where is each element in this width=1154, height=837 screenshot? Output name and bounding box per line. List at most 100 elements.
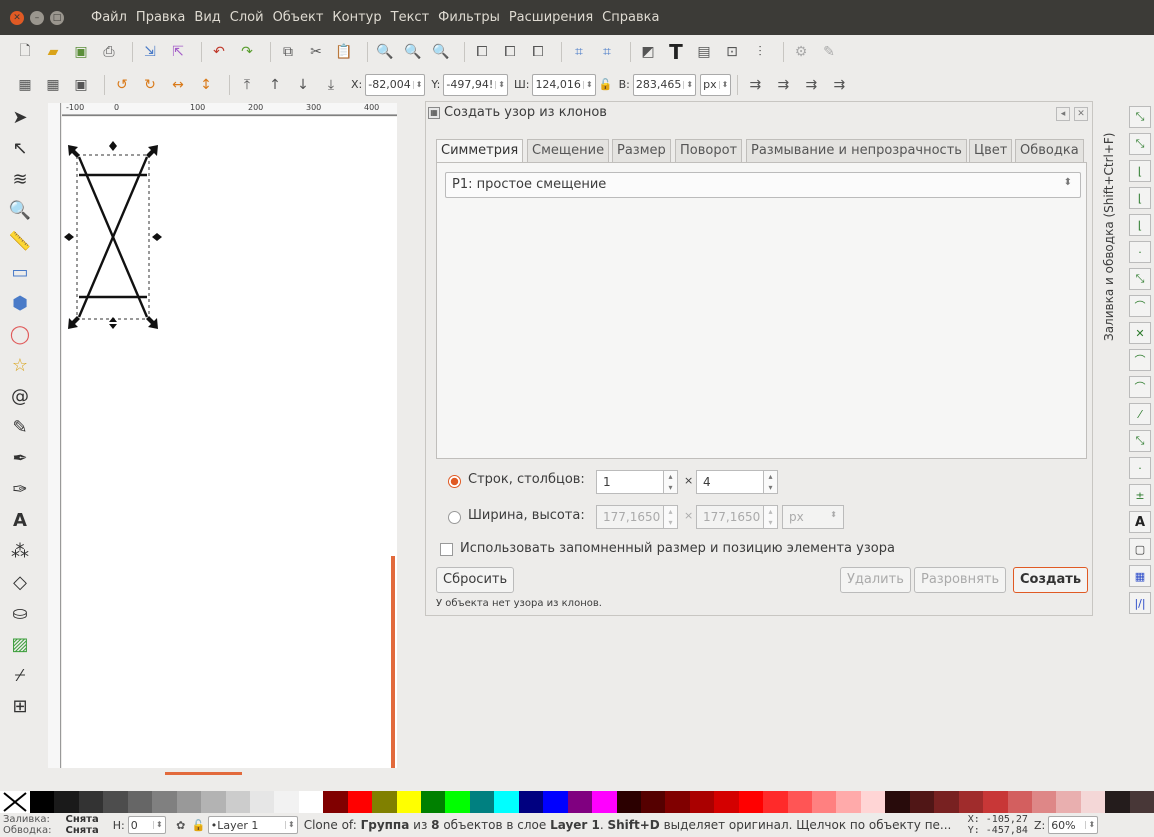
paint-bucket-tool-icon[interactable]: ⛀ <box>5 598 35 628</box>
color-swatch[interactable] <box>103 791 128 813</box>
pencil-tool-icon[interactable]: ✎ <box>5 412 35 442</box>
color-swatch[interactable] <box>836 791 861 813</box>
color-swatch[interactable] <box>323 791 348 813</box>
tweak-tool-icon[interactable]: ≋ <box>5 164 35 194</box>
unlink-clone-icon[interactable]: ⧠ <box>527 41 549 63</box>
tab-symmetry[interactable]: Симметрия <box>436 139 524 163</box>
color-swatch[interactable] <box>152 791 177 813</box>
color-swatch[interactable] <box>421 791 446 813</box>
color-swatch[interactable] <box>176 791 202 813</box>
reset-button[interactable]: Сбросить <box>436 567 515 593</box>
menu-view[interactable]: Вид <box>194 10 220 25</box>
snap-page-border-icon[interactable]: ▢ <box>1129 538 1151 560</box>
spiral-tool-icon[interactable]: @ <box>5 381 35 411</box>
save-icon[interactable]: ▣ <box>70 41 92 63</box>
open-icon[interactable]: ▰ <box>42 41 64 63</box>
height-stepper[interactable]: ▴ ▾ <box>763 505 778 529</box>
xml-editor-icon[interactable]: ⊡ <box>721 41 743 63</box>
flip-vertical-icon[interactable]: ↕ <box>195 74 217 96</box>
snap-bbox-corner-icon[interactable]: ⌊ <box>1129 187 1151 209</box>
preferences-icon[interactable]: ⚙ <box>790 41 812 63</box>
width-height-radio[interactable] <box>448 511 461 524</box>
import-icon[interactable]: ⇲ <box>139 41 161 63</box>
columns-stepper[interactable]: ▴ ▾ <box>763 470 778 494</box>
minimize-window-button[interactable]: – <box>30 10 44 25</box>
color-swatch[interactable] <box>1080 791 1106 813</box>
color-swatch[interactable] <box>30 791 55 813</box>
scale-corners-icon[interactable]: ⇉ <box>772 74 794 96</box>
y-spinbox[interactable]: -497,94! ⬍ <box>443 73 508 96</box>
fill-stroke-icon[interactable]: ◩ <box>637 41 659 63</box>
menu-layer[interactable]: Слой <box>230 10 264 25</box>
undo-icon[interactable]: ↶ <box>208 41 230 63</box>
dialog-close-button[interactable]: ✕ <box>1074 107 1088 121</box>
lower-to-bottom-icon[interactable]: ⤓ <box>320 74 342 96</box>
selector-tool-icon[interactable]: ➤ <box>5 102 35 132</box>
tab-scale[interactable]: Размер <box>612 139 671 163</box>
eraser-tool-icon[interactable]: ◇ <box>5 567 35 597</box>
snap-smooth-nodes-icon[interactable]: ⌒ <box>1129 376 1151 398</box>
flip-horizontal-icon[interactable]: ↔ <box>167 74 189 96</box>
new-document-icon[interactable]: 🗋 <box>14 41 36 63</box>
tab-blur-opacity[interactable]: Размывание и непрозрачность <box>746 139 967 163</box>
document-properties-icon[interactable]: ✎ <box>818 41 840 63</box>
color-swatch[interactable] <box>445 791 470 813</box>
remember-size-checkbox[interactable] <box>440 543 453 556</box>
canvas-horizontal-scrollbar[interactable] <box>165 772 242 775</box>
color-swatch[interactable] <box>763 791 788 813</box>
ungroup-icon[interactable]: ⌗ <box>596 41 618 63</box>
color-swatch[interactable] <box>518 791 544 813</box>
copy-icon[interactable]: ⧉ <box>277 41 299 63</box>
3d-box-tool-icon[interactable]: ⬢ <box>5 288 35 318</box>
tab-color[interactable]: Цвет <box>969 139 1013 163</box>
unclump-button[interactable]: Разровнять <box>914 567 1007 593</box>
ellipse-tool-icon[interactable]: ◯ <box>5 319 35 349</box>
zoom-page-icon[interactable]: 🔍 <box>430 41 452 63</box>
color-swatch[interactable] <box>298 791 324 813</box>
color-swatch[interactable] <box>567 791 593 813</box>
opacity-spinbox[interactable]: 0 ⬍ <box>127 816 166 834</box>
close-window-button[interactable]: ✕ <box>10 10 24 25</box>
select-all-layers-icon[interactable]: ▦ <box>42 74 64 96</box>
color-swatch[interactable] <box>885 791 910 813</box>
node-tool-icon[interactable]: ↖ <box>5 133 35 163</box>
snap-object-center-icon[interactable]: · <box>1129 457 1151 479</box>
drawing-canvas[interactable] <box>62 117 397 768</box>
color-swatch[interactable] <box>714 791 739 813</box>
rectangle-tool-icon[interactable]: ▭ <box>5 257 35 287</box>
maximize-window-button[interactable]: □ <box>50 10 64 25</box>
selected-group-drawing[interactable] <box>62 117 397 768</box>
menu-path[interactable]: Контур <box>332 10 381 25</box>
rows-input[interactable]: 1 <box>596 470 664 494</box>
snap-bbox-center-icon[interactable]: · <box>1129 241 1151 263</box>
width-stepper[interactable]: ▴ ▾ <box>663 505 678 529</box>
snap-toggle-icon[interactable]: ⤡ <box>1129 106 1151 128</box>
color-swatch[interactable] <box>640 791 666 813</box>
fill-stroke-indicator[interactable]: Снята Снята <box>66 814 99 836</box>
snap-grid-icon[interactable]: ▦ <box>1129 565 1151 587</box>
clone-icon[interactable]: ⧠ <box>499 41 521 63</box>
snap-others-icon[interactable]: ⤡ <box>1129 430 1151 452</box>
color-swatch[interactable] <box>347 791 373 813</box>
color-swatch[interactable] <box>958 791 984 813</box>
snap-cusp-nodes-icon[interactable]: ⌒ <box>1129 349 1151 371</box>
color-swatch[interactable] <box>78 791 104 813</box>
color-swatch[interactable] <box>738 791 764 813</box>
snap-line-midpoint-icon[interactable]: ⁄ <box>1129 403 1151 425</box>
group-icon[interactable]: ⌗ <box>568 41 590 63</box>
color-swatch[interactable] <box>909 791 935 813</box>
width-spinbox[interactable]: 124,016 ⬍ <box>532 73 596 96</box>
color-swatch[interactable] <box>127 791 153 813</box>
gradient-tool-icon[interactable]: ▨ <box>5 629 35 659</box>
menu-text[interactable]: Текст <box>391 10 430 25</box>
color-swatch[interactable] <box>665 791 690 813</box>
spray-tool-icon[interactable]: ⁂ <box>5 536 35 566</box>
snap-text-baseline-icon[interactable]: A <box>1129 511 1151 533</box>
color-swatch[interactable] <box>249 791 275 813</box>
snap-bbox-edge-icon[interactable]: ⌊ <box>1129 160 1151 182</box>
width-input[interactable]: 177,1650 <box>596 505 664 529</box>
color-swatch[interactable] <box>592 791 617 813</box>
text-tool-icon[interactable]: A <box>5 505 35 535</box>
move-patterns-icon[interactable]: ⇉ <box>828 74 850 96</box>
connector-tool-icon[interactable]: ⊞ <box>5 691 35 721</box>
